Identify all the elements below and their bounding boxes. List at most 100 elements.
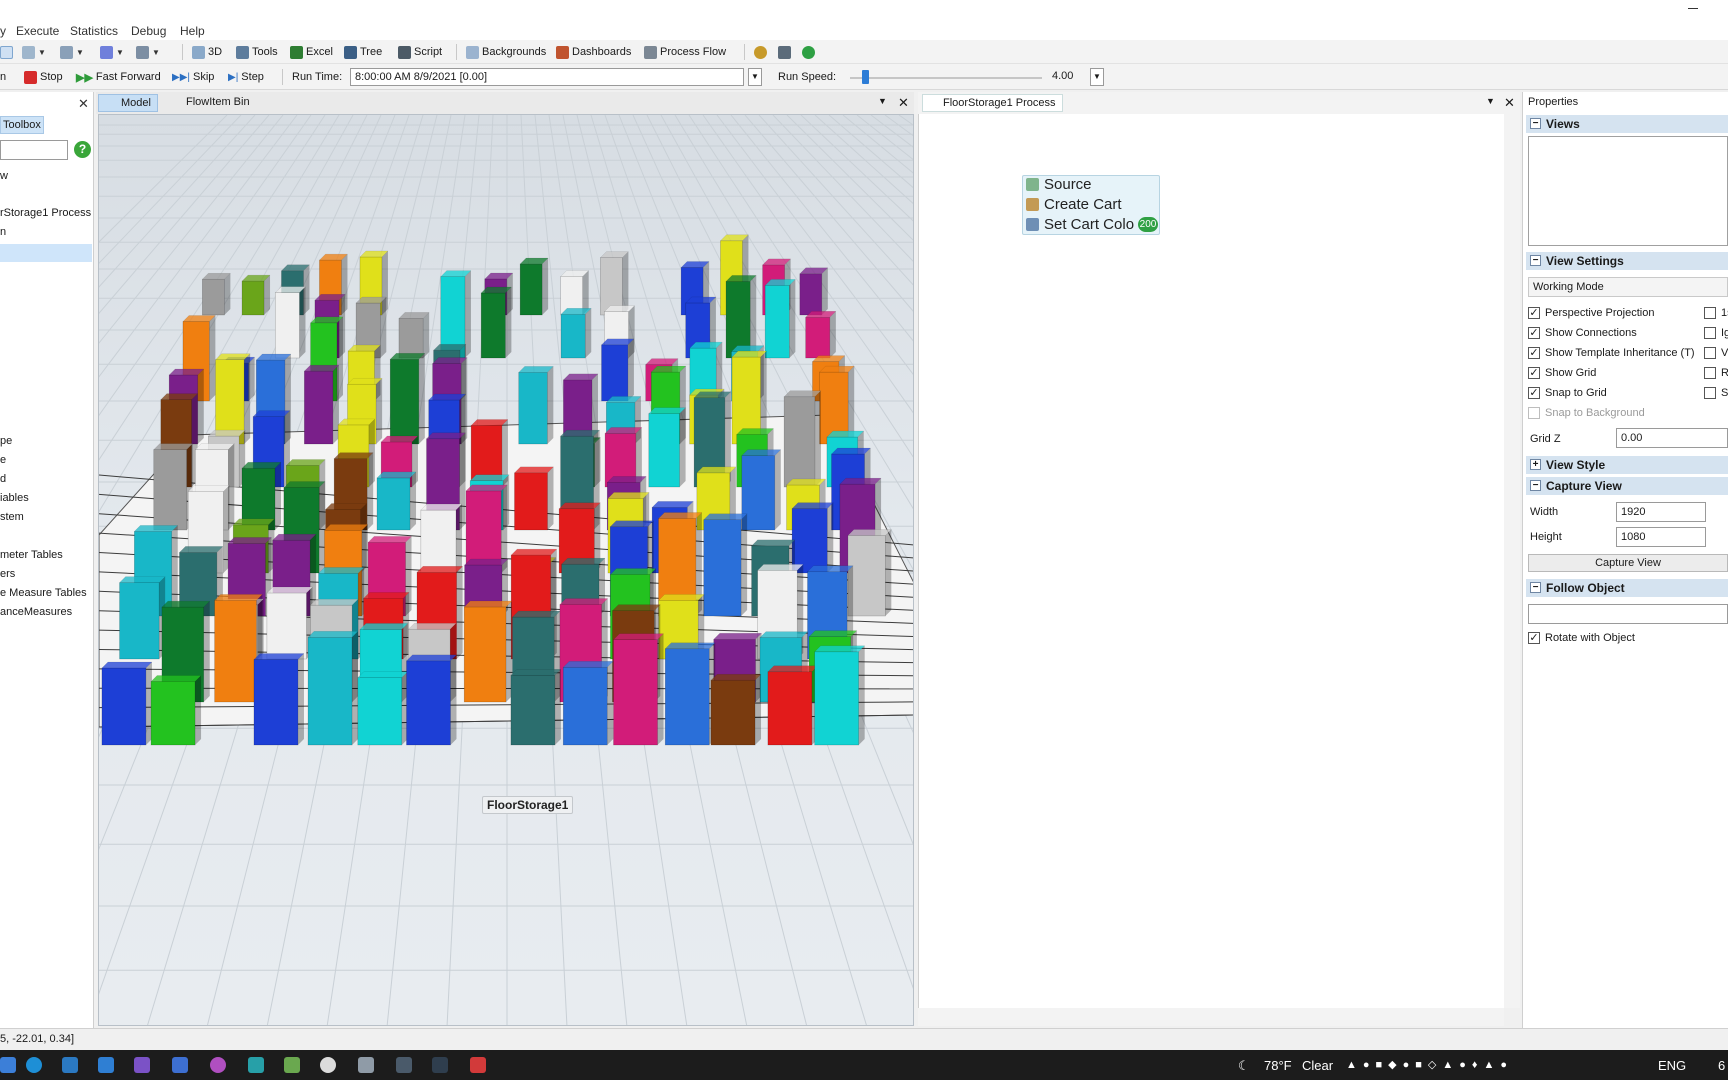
model-3d-view[interactable] <box>98 114 914 1026</box>
app-icon[interactable] <box>284 1057 300 1073</box>
views-list[interactable] <box>1528 136 1728 246</box>
expand-icon[interactable]: + <box>1530 459 1541 470</box>
section-views[interactable]: − Views <box>1526 115 1728 133</box>
edge-icon[interactable] <box>26 1057 42 1073</box>
tree-item[interactable]: stem <box>0 511 24 523</box>
chevron-down-icon[interactable]: ▼ <box>1486 96 1495 106</box>
start-icon[interactable] <box>0 1057 16 1073</box>
tree-item[interactable]: ers <box>0 568 15 580</box>
skip-button[interactable]: ▶▶| Skip <box>172 69 214 85</box>
stop-button[interactable]: Stop <box>24 69 63 85</box>
close-icon[interactable]: ✕ <box>1504 95 1515 111</box>
show-connections-checkbox[interactable]: ✓ Show Connections <box>1528 327 1637 339</box>
tree-selection-highlight[interactable] <box>0 244 92 262</box>
tools-button[interactable]: Tools <box>236 44 278 60</box>
collapse-icon[interactable]: − <box>1530 255 1541 266</box>
option-checkbox[interactable]: RT <box>1704 367 1728 379</box>
backgrounds-button[interactable]: Backgrounds <box>466 44 546 60</box>
app-icon[interactable] <box>470 1057 486 1073</box>
app-icon[interactable] <box>358 1057 374 1073</box>
activity-create-cart[interactable]: Create Cart <box>1026 196 1122 213</box>
disconnect-mode-button[interactable]: ▼ <box>60 44 84 60</box>
help-icon[interactable]: ? <box>74 141 91 158</box>
menu-execute[interactable]: Execute <box>16 24 59 38</box>
weather-text[interactable]: Clear <box>1302 1058 1333 1073</box>
tab-process-flow[interactable]: FloorStorage1 Process <box>922 94 1063 112</box>
capture-height-input[interactable]: 1080 <box>1616 527 1706 547</box>
flexsim-icon[interactable] <box>396 1057 412 1073</box>
rotate-with-object-checkbox[interactable]: ✓ Rotate with Object <box>1528 632 1635 644</box>
snap-to-grid-checkbox[interactable]: ✓ Snap to Grid <box>1528 387 1607 399</box>
run-time-field[interactable]: 8:00:00 AM 8/9/2021 [0.00] <box>350 68 744 86</box>
settings-button[interactable] <box>754 44 767 60</box>
follow-object-input[interactable] <box>1528 604 1728 624</box>
vertical-scrollbar[interactable] <box>1504 114 1520 1008</box>
excel-button[interactable]: Excel <box>290 44 333 60</box>
menu-statistics[interactable]: Statistics <box>70 24 118 38</box>
tree-item[interactable]: meter Tables <box>0 549 63 561</box>
toolbox-tab[interactable]: Toolbox <box>0 116 44 134</box>
visual-studio-icon[interactable] <box>134 1057 150 1073</box>
step-button[interactable]: ▶| Step <box>228 69 264 85</box>
dashboards-button[interactable]: Dashboards <box>556 44 631 60</box>
perspective-projection-checkbox[interactable]: ✓ Perspective Projection <box>1528 307 1654 319</box>
collapse-icon[interactable]: − <box>1530 480 1541 491</box>
option-checkbox[interactable]: Ig <box>1704 327 1728 339</box>
process-flow-button[interactable]: Process Flow <box>644 44 726 60</box>
menu-partial[interactable]: y <box>0 24 6 38</box>
reset-button[interactable]: n <box>0 69 6 85</box>
collapse-icon[interactable]: − <box>1530 118 1541 129</box>
vscode-icon[interactable] <box>98 1057 114 1073</box>
tree-item[interactable]: e Measure Tables <box>0 587 87 599</box>
toolbox-search-input[interactable] <box>0 140 68 160</box>
language-indicator[interactable]: ENG <box>1658 1058 1686 1073</box>
run-speed-slider-thumb[interactable] <box>862 70 869 84</box>
run-speed-dropdown[interactable]: ▼ <box>1090 68 1104 86</box>
horizontal-scrollbar[interactable] <box>918 1008 1504 1026</box>
tree-item[interactable]: e <box>0 454 6 466</box>
tree-item[interactable]: iables <box>0 492 29 504</box>
grid-z-input[interactable]: 0.00 <box>1616 428 1728 448</box>
option-checkbox[interactable]: Sy <box>1704 387 1728 399</box>
chevron-down-icon[interactable]: ▼ <box>878 96 887 106</box>
tree-item[interactable]: n <box>0 226 6 238</box>
tree-item[interactable]: anceMeasures <box>0 606 72 618</box>
help-button[interactable] <box>802 44 815 60</box>
snap-to-background-checkbox[interactable]: Snap to Background <box>1528 407 1645 419</box>
create-object-button[interactable]: ▼ <box>100 44 124 60</box>
select-mode-button[interactable] <box>0 44 13 60</box>
working-mode-select[interactable]: Working Mode <box>1528 277 1728 297</box>
weather-temp[interactable]: 78°F <box>1264 1058 1292 1073</box>
close-icon[interactable]: ✕ <box>78 96 89 112</box>
run-time-dropdown[interactable]: ▼ <box>748 68 762 86</box>
view-options-button[interactable]: ▼ <box>136 44 160 60</box>
model-3d-scene[interactable] <box>99 115 914 1026</box>
tab-model[interactable]: Model <box>98 94 158 112</box>
run-speed-slider[interactable] <box>850 77 1042 79</box>
app-icon[interactable] <box>210 1057 226 1073</box>
menu-help[interactable]: Help <box>180 24 205 38</box>
tree-item[interactable]: w <box>0 170 8 182</box>
gear-icon[interactable] <box>320 1057 336 1073</box>
option-checkbox[interactable]: 1s <box>1704 307 1728 319</box>
activity-source[interactable]: Source <box>1026 176 1092 193</box>
zoom-icon[interactable] <box>172 1057 188 1073</box>
tree-item[interactable]: pe <box>0 435 12 447</box>
flexsim-icon[interactable] <box>432 1057 448 1073</box>
tray-icons[interactable]: ▲●■◆●■◇▲●♦▲● <box>1346 1058 1513 1071</box>
section-capture-view[interactable]: − Capture View <box>1526 477 1728 495</box>
activity-set-cart-color[interactable]: Set Cart Colo <box>1026 216 1134 233</box>
app-icon[interactable] <box>62 1057 78 1073</box>
tree-item[interactable]: rStorage1 Process <box>0 207 91 219</box>
show-grid-checkbox[interactable]: ✓ Show Grid <box>1528 367 1596 379</box>
section-view-style[interactable]: + View Style <box>1526 456 1728 474</box>
section-view-settings[interactable]: − View Settings <box>1526 252 1728 270</box>
process-flow-canvas[interactable] <box>918 114 1504 1008</box>
capture-view-button[interactable]: Capture View <box>1528 554 1728 572</box>
menu-debug[interactable]: Debug <box>131 24 166 38</box>
clock[interactable]: 6 <box>1718 1058 1725 1073</box>
tree-item[interactable]: d <box>0 473 6 485</box>
capture-width-input[interactable]: 1920 <box>1616 502 1706 522</box>
window-minimize-button[interactable] <box>1688 8 1698 9</box>
show-template-inheritance-checkbox[interactable]: ✓ Show Template Inheritance (T) <box>1528 347 1695 359</box>
